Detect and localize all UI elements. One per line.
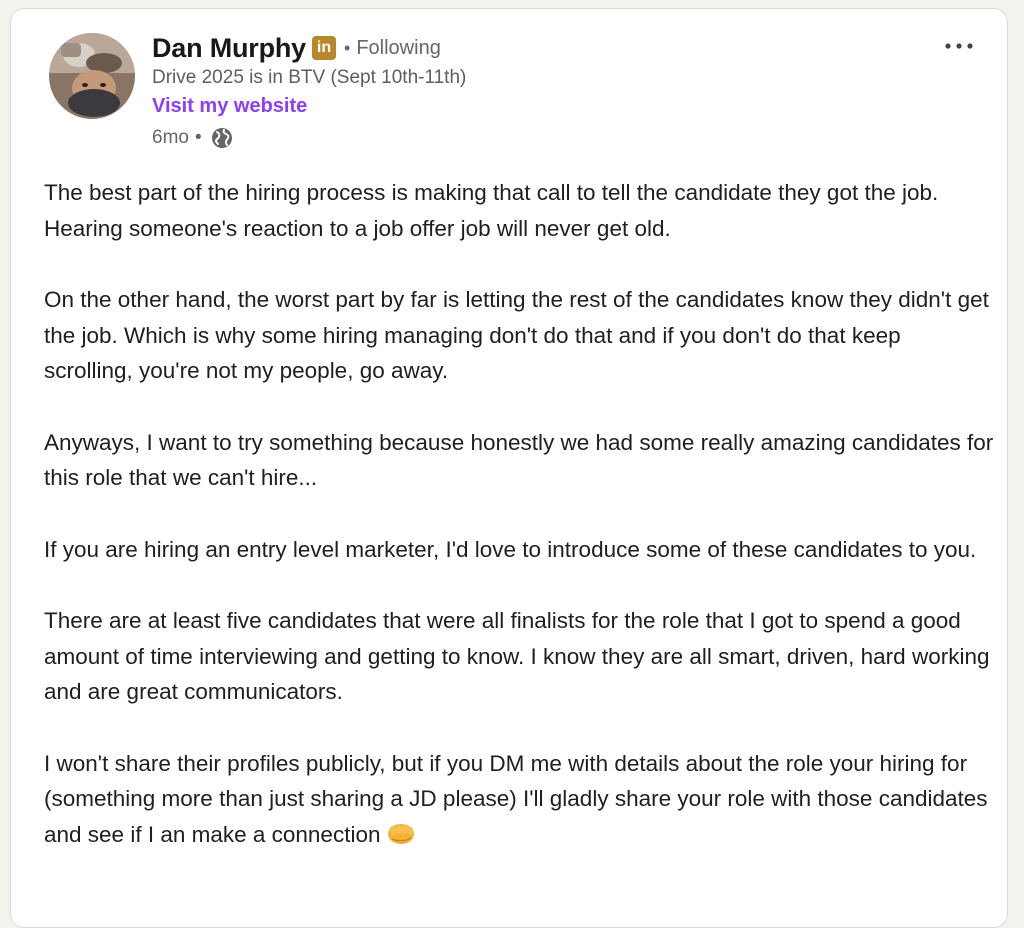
author-name-row: Dan Murphy in • Following bbox=[152, 31, 441, 65]
visit-website-link[interactable]: Visit my website bbox=[152, 95, 307, 118]
author-name[interactable]: Dan Murphy bbox=[152, 33, 306, 64]
post-paragraph: Anyways, I want to try something because… bbox=[44, 429, 994, 491]
globe-icon bbox=[210, 126, 234, 150]
more-options-button[interactable] bbox=[941, 31, 977, 61]
avatar-photo bbox=[49, 33, 135, 119]
post-paragraph: The best part of the hiring process is m… bbox=[44, 180, 939, 241]
post-text: The best part of the hiring process is m… bbox=[44, 175, 994, 892]
post-timestamp[interactable]: 6mo bbox=[152, 127, 189, 149]
post-paragraph: There are at least five candidates that … bbox=[44, 608, 990, 704]
post-paragraph: If you are hiring an entry level markete… bbox=[44, 536, 977, 562]
linkedin-premium-badge-icon: in bbox=[312, 36, 337, 60]
post-paragraph-last: I won't share their profiles publicly, b… bbox=[44, 746, 994, 857]
post-paragraph: On the other hand, the worst part by far… bbox=[44, 287, 989, 383]
fist-bump-emoji-icon bbox=[386, 820, 416, 857]
post-meta: 6mo • bbox=[152, 125, 234, 151]
author-avatar[interactable] bbox=[49, 33, 135, 119]
name-separator: • bbox=[344, 37, 351, 58]
author-headline: Drive 2025 is in BTV (Sept 10th-11th) bbox=[152, 67, 467, 88]
more-horizontal-icon bbox=[945, 43, 973, 49]
follow-status[interactable]: Following bbox=[356, 37, 440, 60]
meta-separator: • bbox=[194, 127, 202, 148]
feed-post-card: Dan Murphy in • Following Drive 2025 is … bbox=[10, 8, 1008, 928]
post-paragraph-text: I won't share their profiles publicly, b… bbox=[44, 750, 988, 847]
